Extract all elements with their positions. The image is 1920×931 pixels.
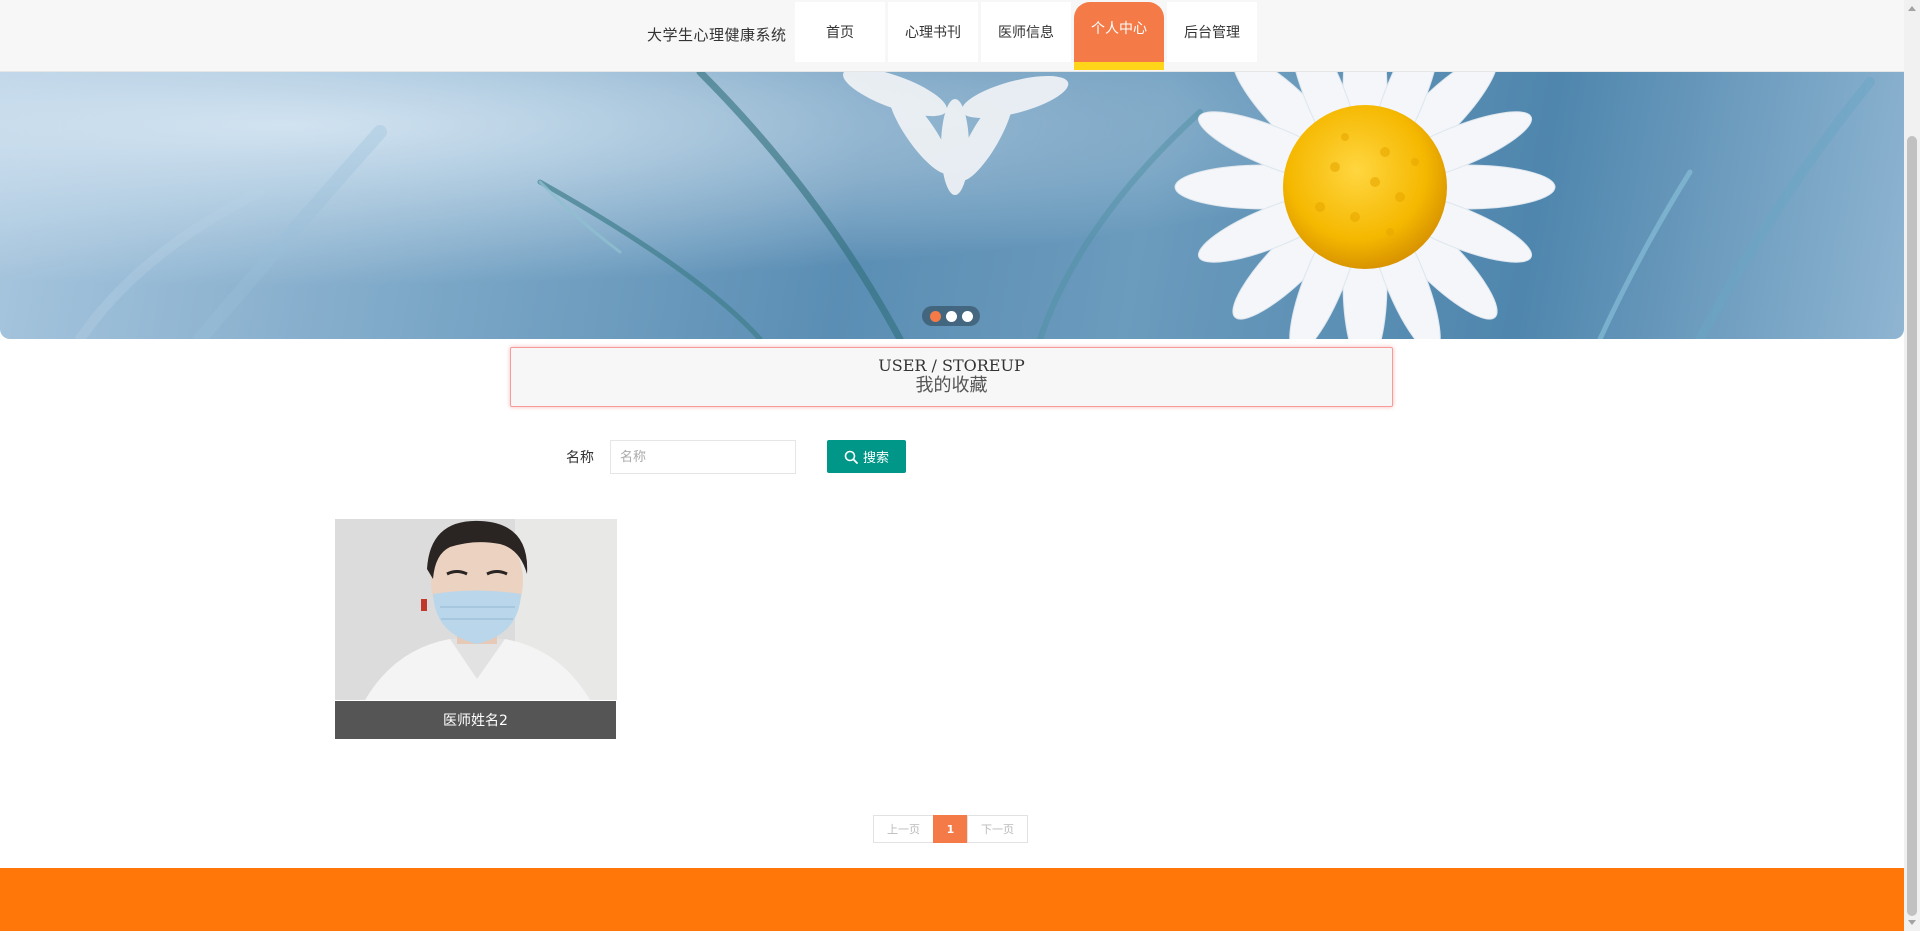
page-number-button[interactable]: 1 [933,815,968,843]
nav-item-books[interactable]: 心理书刊 [888,2,978,62]
prev-page-button[interactable]: 上一页 [873,815,934,843]
site-title: 大学生心理健康系统 [647,26,787,44]
footer [0,868,1904,931]
nav-item-home[interactable]: 首页 [795,2,885,62]
scrollbar-thumb[interactable] [1907,136,1917,916]
search-label: 名称 [566,450,594,466]
banner-carousel[interactable] [0,72,1904,339]
section-header: USER / STOREUP 我的收藏 [510,347,1393,407]
search-button-label: 搜索 [862,451,889,466]
search-button[interactable]: 搜索 [827,440,906,473]
banner-daisy-image [0,72,1904,339]
search-input[interactable] [610,440,796,474]
scroll-up-arrow-icon[interactable] [1908,6,1916,11]
vertical-scrollbar[interactable] [1904,0,1920,931]
next-page-button[interactable]: 下一页 [967,815,1028,843]
nav-item-doctors[interactable]: 医师信息 [981,2,1071,62]
nav-item-admin[interactable]: 后台管理 [1167,2,1257,62]
doctor-photo [335,519,617,700]
main-nav: 首页 心理书刊 医师信息 个人中心 后台管理 [795,2,1257,70]
carousel-indicators [922,306,980,326]
scroll-down-arrow-icon[interactable] [1908,920,1916,925]
favorite-card[interactable]: 医师姓名2 [335,519,617,739]
section-title-en: USER / STOREUP [878,356,1025,375]
carousel-dot-2[interactable] [945,310,957,322]
carousel-dot-3[interactable] [961,310,973,322]
search-icon [844,450,858,464]
page: 大学生心理健康系统 首页 心理书刊 医师信息 个人中心 后台管理 USER / … [0,0,1920,931]
pagination: 上一页 1 下一页 [873,815,1028,843]
carousel-dot-1[interactable] [929,310,941,322]
doctor-name: 医师姓名2 [335,701,616,739]
nav-item-personal-center[interactable]: 个人中心 [1074,2,1164,70]
section-title-cn: 我的收藏 [915,375,988,396]
top-navbar: 大学生心理健康系统 首页 心理书刊 医师信息 个人中心 后台管理 [0,0,1904,72]
